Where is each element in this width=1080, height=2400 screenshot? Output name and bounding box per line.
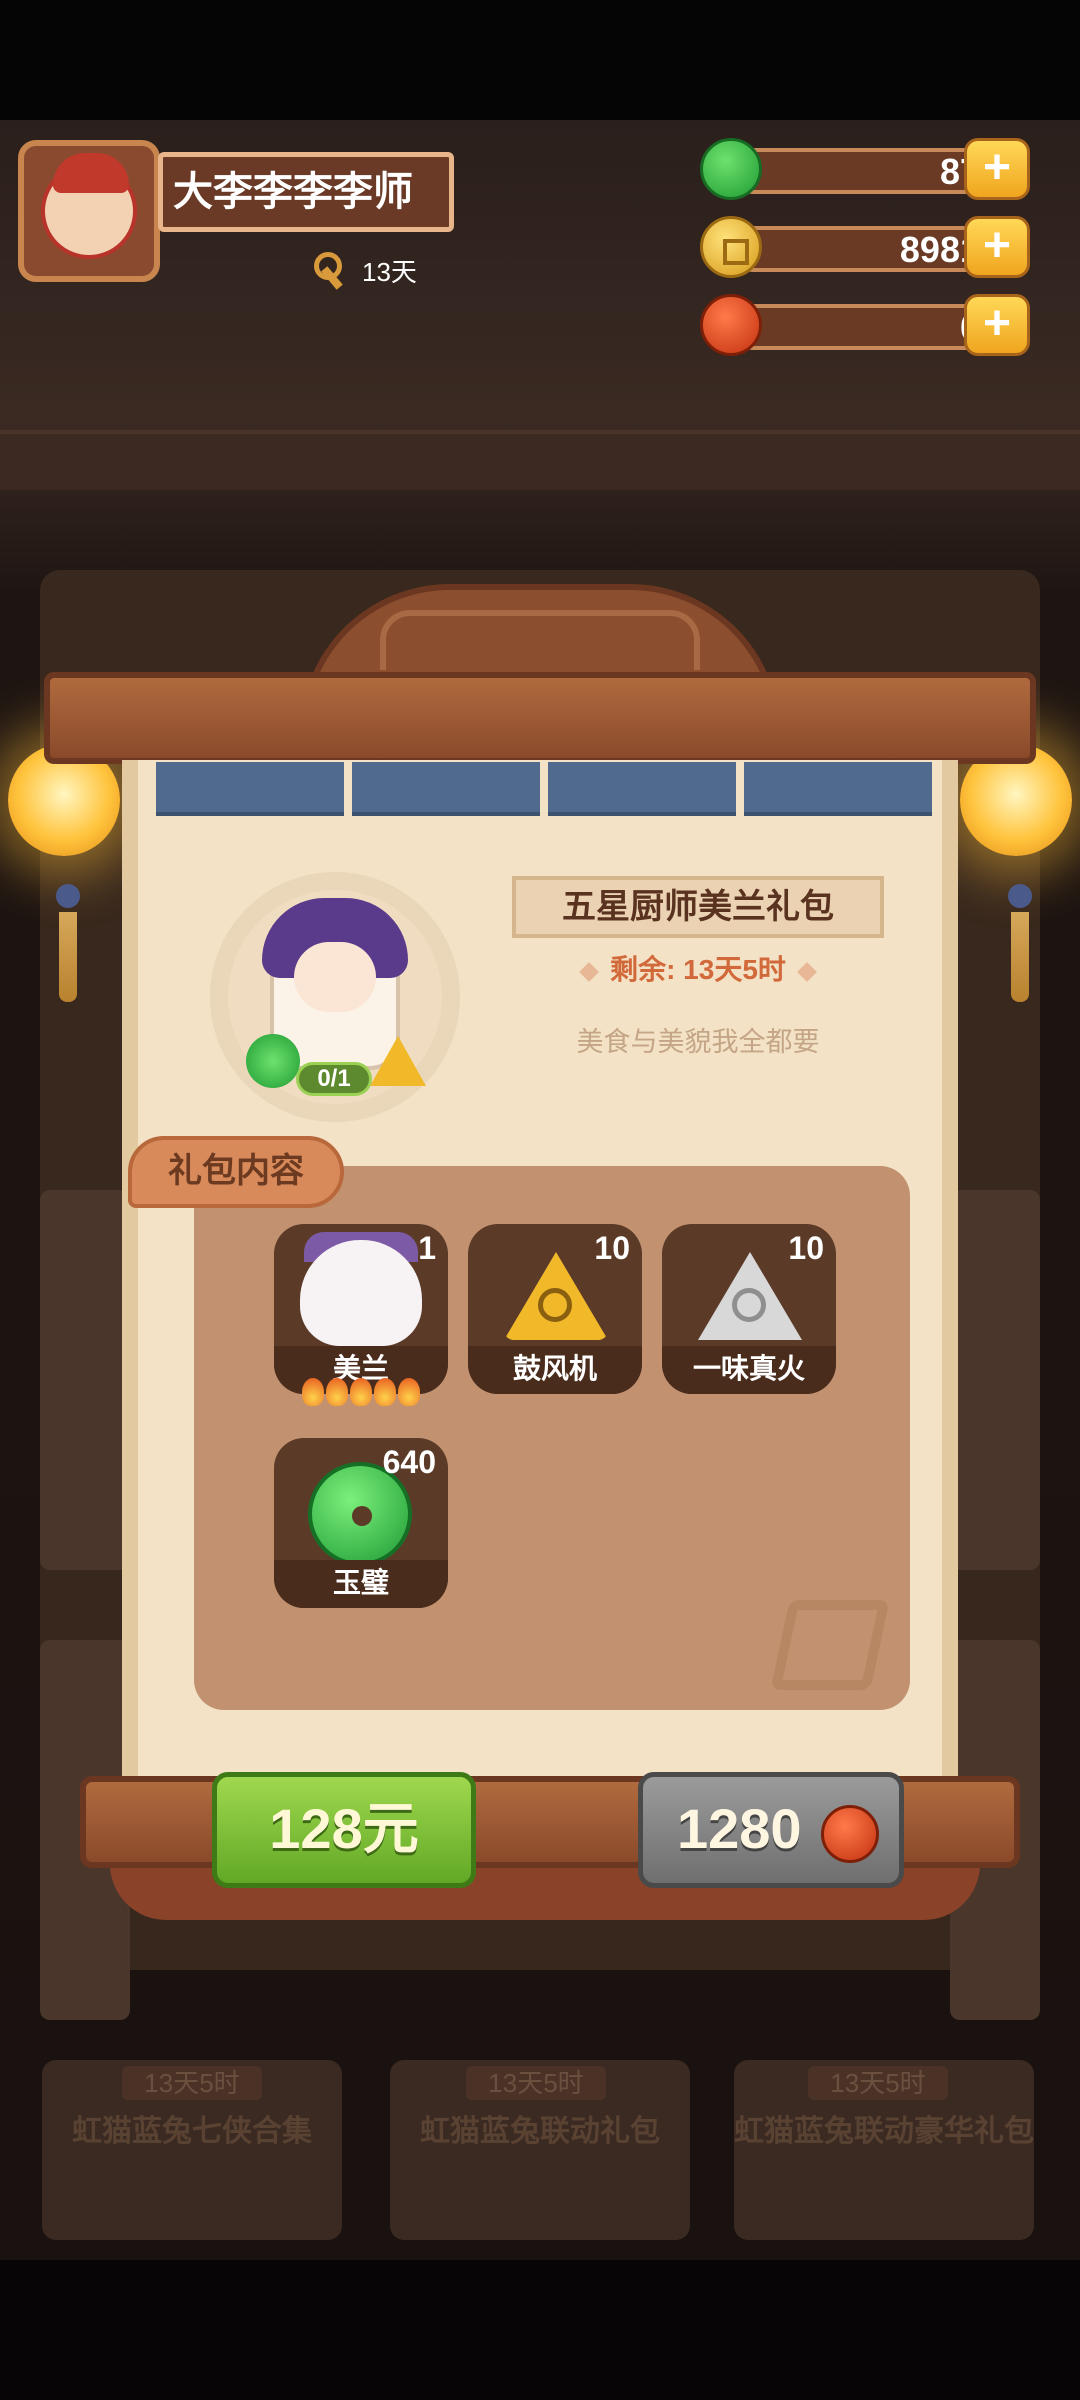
diamond-icon bbox=[579, 961, 599, 982]
diamond-icon bbox=[797, 961, 817, 982]
buy-with-red-jade-button[interactable]: 1280 bbox=[638, 1772, 904, 1888]
lantern-bead bbox=[56, 884, 80, 908]
currency-coin: 8981 + bbox=[700, 216, 1030, 278]
scroll-top-rod bbox=[44, 672, 1036, 764]
key-icon bbox=[310, 248, 354, 292]
pack-item-jade[interactable]: 640 玉璧 bbox=[274, 1438, 448, 1608]
alt-price: 1280 bbox=[677, 1797, 802, 1860]
lantern-tassel bbox=[1011, 912, 1029, 1002]
background-gift-timer: 13天5时 bbox=[122, 2066, 262, 2100]
star-rating bbox=[302, 1378, 420, 1406]
roof-tile bbox=[548, 762, 736, 816]
player-avatar[interactable] bbox=[18, 140, 160, 282]
item-name: 一味真火 bbox=[662, 1346, 836, 1394]
avatar-face-icon bbox=[41, 153, 137, 259]
jade-icon bbox=[700, 138, 762, 200]
buy-with-money-button[interactable]: 128元 bbox=[212, 1772, 476, 1888]
item-name: 鼓风机 bbox=[468, 1346, 642, 1394]
swirl-icon bbox=[538, 1288, 572, 1322]
shelf bbox=[0, 430, 1080, 490]
pack-contents-label: 礼包内容 bbox=[128, 1136, 344, 1208]
scroll-tiles bbox=[156, 762, 932, 816]
currency-value: 8981 bbox=[899, 229, 980, 270]
swirl-icon bbox=[732, 1288, 766, 1322]
background-gift-title: 虹猫蓝兔联动豪华礼包 bbox=[734, 2115, 1034, 2148]
lantern-bead bbox=[1008, 884, 1032, 908]
player-name: 大李李李李师 bbox=[158, 152, 454, 232]
lantern-tassel bbox=[59, 912, 77, 1002]
red-jade-icon bbox=[821, 1805, 879, 1863]
item-count: 1 bbox=[418, 1230, 436, 1266]
status-bar bbox=[0, 0, 1080, 120]
currency-value: 87 bbox=[939, 151, 980, 192]
jade-icon bbox=[246, 1034, 300, 1088]
currency-red-jade: 0 + bbox=[700, 294, 1030, 356]
background-gift-timer: 13天5时 bbox=[466, 2066, 606, 2100]
item-count: 640 bbox=[382, 1444, 436, 1480]
owned-count: 0/1 bbox=[296, 1062, 372, 1096]
roof-tile bbox=[156, 762, 344, 816]
coin-icon bbox=[700, 216, 762, 278]
character-face bbox=[294, 942, 376, 1012]
background-card-right bbox=[950, 1190, 1040, 1570]
pack-item-blower[interactable]: 10 鼓风机 bbox=[468, 1224, 642, 1394]
flame-star-icon bbox=[326, 1378, 348, 1406]
gold-fan-icon bbox=[366, 1030, 428, 1092]
background-gift-title: 虹猫蓝兔七侠合集 bbox=[72, 2115, 312, 2148]
pack-item-meilan[interactable]: 1 美兰 bbox=[274, 1224, 448, 1394]
item-count: 10 bbox=[788, 1230, 824, 1266]
character-meilan-icon bbox=[300, 1240, 422, 1346]
background-gift-title: 虹猫蓝兔联动礼包 bbox=[420, 2115, 660, 2148]
currency-jade: 87 + bbox=[700, 138, 1030, 200]
roof-tile bbox=[352, 762, 540, 816]
remaining-text: 剩余: 13天5时 bbox=[610, 954, 786, 985]
pack-description: 美食与美貌我全都要 bbox=[576, 1027, 820, 1057]
flame-star-icon bbox=[398, 1378, 420, 1406]
pack-title: 五星厨师美兰礼包 bbox=[512, 876, 884, 938]
item-count: 10 bbox=[594, 1230, 630, 1266]
roof-tile bbox=[744, 762, 932, 816]
add-jade-button[interactable]: + bbox=[964, 138, 1030, 200]
item-name: 玉璧 bbox=[274, 1560, 448, 1608]
background-gift-timer: 13天5时 bbox=[808, 2066, 948, 2100]
background-card-left bbox=[40, 1190, 130, 1570]
flame-star-icon bbox=[374, 1378, 396, 1406]
days-text: 13天 bbox=[362, 256, 417, 287]
pack-item-true-fire[interactable]: 10 一味真火 bbox=[662, 1224, 836, 1394]
red-jade-icon bbox=[700, 294, 762, 356]
bottom-nav-area bbox=[0, 2260, 1080, 2400]
currency-value: 0 bbox=[780, 306, 980, 350]
scroll-arch-ornament bbox=[380, 610, 700, 670]
remaining-time: 剩余: 13天5时 bbox=[512, 948, 884, 988]
flame-star-icon bbox=[302, 1378, 324, 1406]
add-coin-button[interactable]: + bbox=[964, 216, 1030, 278]
add-red-jade-button[interactable]: + bbox=[964, 294, 1030, 356]
flame-star-icon bbox=[350, 1378, 372, 1406]
days-indicator: 13天 bbox=[310, 248, 417, 292]
watermark-icon bbox=[770, 1600, 890, 1690]
